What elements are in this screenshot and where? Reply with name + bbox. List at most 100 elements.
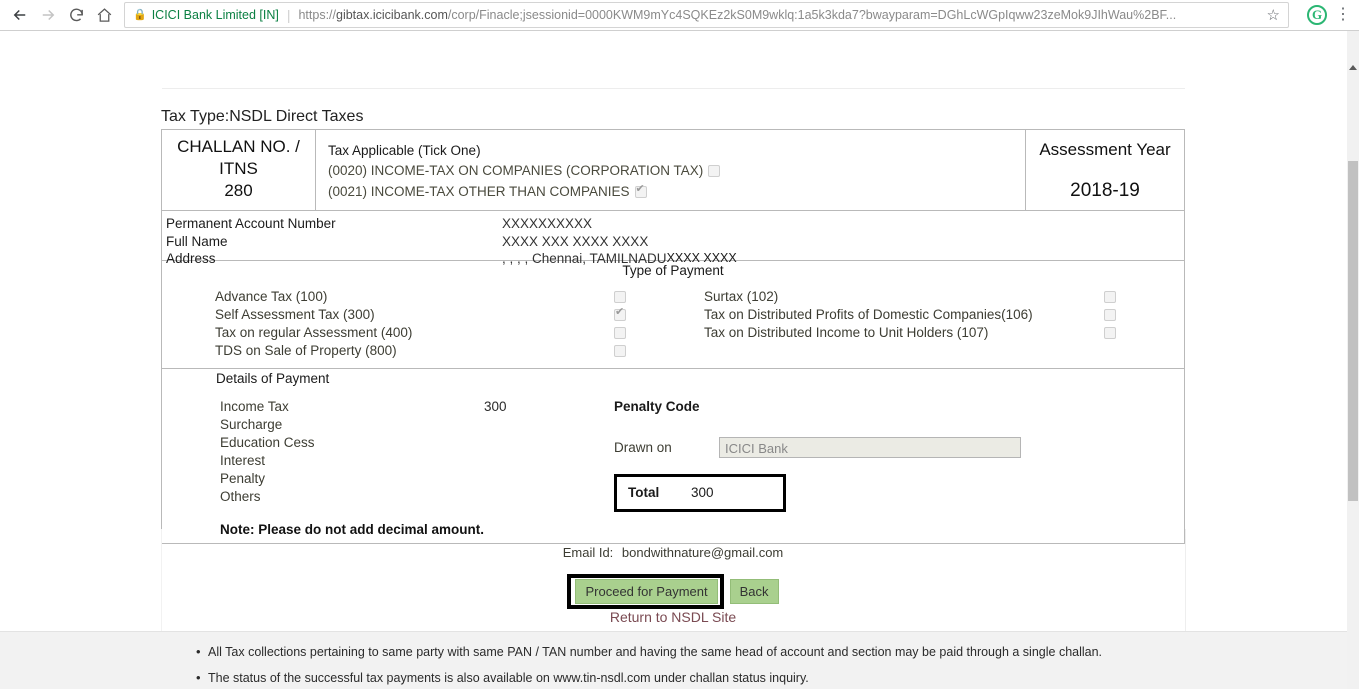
checkbox-self-assessment-tax-300[interactable] [614, 309, 626, 321]
type-of-payment-left-checkboxes [614, 288, 674, 360]
pan-value: XXXXXXXXXX [502, 215, 592, 233]
tax-applicable-option-0021[interactable]: (0021) INCOME-TAX OTHER THAN COMPANIES [328, 182, 1015, 202]
tax-applicable-cell: Tax Applicable (Tick One) (0020) INCOME-… [316, 130, 1026, 210]
address-value: , , , , Chennai, TAMILNADU [502, 250, 667, 268]
checkbox-surtax-102[interactable] [1104, 291, 1116, 303]
url-host: gibtax.icicibank.com [336, 8, 448, 22]
page-scrollbar[interactable] [1347, 31, 1359, 689]
tax-applicable-heading: Tax Applicable (Tick One) [328, 141, 1015, 161]
details-amount-education-cess [484, 434, 604, 452]
return-to-nsdl-link[interactable]: Return to NSDL Site [161, 609, 1185, 625]
top-right-label-0: Surtax (102) [704, 288, 1104, 306]
details-right-column: Penalty Code Drawn on ICICI Bank Total 3… [604, 398, 1184, 512]
type-of-payment-left-labels: Advance Tax (100) Self Assessment Tax (3… [162, 288, 614, 360]
top-right-label-2: Tax on Distributed Income to Unit Holder… [704, 324, 1104, 342]
footer-notes-panel: All Tax collections pertaining to same p… [0, 631, 1347, 689]
taxpayer-row-pan: Permanent Account Number XXXXXXXXXX [166, 215, 1184, 233]
footer-note-0: All Tax collections pertaining to same p… [196, 646, 1347, 659]
top-right-label-1: Tax on Distributed Profits of Domestic C… [704, 306, 1104, 324]
details-amount-interest [484, 452, 604, 470]
email-value: bondwithnature@gmail.com [622, 545, 783, 560]
top-rule [162, 88, 1185, 89]
tax-applicable-label-0020: (0020) INCOME-TAX ON COMPANIES (CORPORAT… [328, 161, 703, 181]
email-row: Email Id: bondwithnature@gmail.com [161, 545, 1185, 560]
type-of-payment-grid: Advance Tax (100) Self Assessment Tax (3… [162, 280, 1184, 368]
details-label-others: Others [220, 488, 484, 506]
challan-header-row: CHALLAN NO. / ITNS 280 Tax Applicable (T… [162, 130, 1184, 210]
top-left-checkbox-row-2 [614, 324, 674, 342]
tax-applicable-option-0020[interactable]: (0020) INCOME-TAX ON COMPANIES (CORPORAT… [328, 161, 1015, 181]
assessment-year-label: Assessment Year [1030, 140, 1180, 160]
omnibox-divider: | [287, 7, 291, 23]
details-label-penalty: Penalty [220, 470, 484, 488]
checkbox-distributed-income-107[interactable] [1104, 327, 1116, 339]
scrollbar-thumb[interactable] [1348, 161, 1358, 501]
tax-applicable-checkbox-0020[interactable] [708, 165, 720, 177]
back-button[interactable]: Back [730, 579, 779, 604]
browser-toolbar: 🔒 ICICI Bank Limited [IN] | https://gibt… [0, 0, 1359, 30]
checkbox-distributed-profits-106[interactable] [1104, 309, 1116, 321]
taxpayer-row-name: Full Name XXXX XXX XXXX XXXX [166, 233, 1184, 251]
tax-applicable-checkbox-0021[interactable] [635, 186, 647, 198]
details-amount-others [484, 488, 604, 506]
full-name-label: Full Name [166, 233, 502, 251]
footer-note-1: The status of the successful tax payment… [196, 672, 1347, 685]
details-amount-surcharge [484, 416, 604, 434]
home-icon[interactable] [90, 1, 118, 29]
taxpayer-row-address: Address , , , , Chennai, TAMILNADUXXXX X… [166, 250, 1184, 268]
drawn-on-row: Drawn on ICICI Bank [614, 437, 1184, 458]
star-icon[interactable]: ☆ [1267, 6, 1280, 24]
assessment-year-value: 2018-19 [1030, 180, 1180, 202]
back-icon[interactable] [6, 1, 34, 29]
checkbox-regular-assessment-400[interactable] [614, 327, 626, 339]
drawn-on-label: Drawn on [614, 440, 719, 455]
tax-type-label: Tax Type:NSDL Direct Taxes [161, 108, 363, 126]
top-left-checkbox-row-1 [614, 306, 674, 324]
type-of-payment-right-checkboxes [1104, 288, 1184, 360]
challan-number: 280 [166, 180, 311, 202]
address-bar[interactable]: 🔒 ICICI Bank Limited [IN] | https://gibt… [124, 2, 1289, 28]
total-box: Total 300 [614, 474, 786, 512]
proceed-for-payment-button[interactable]: Proceed for Payment [575, 579, 717, 604]
details-label-surcharge: Surcharge [220, 416, 484, 434]
kebab-menu-icon[interactable]: ⋮ [1333, 7, 1353, 23]
penalty-code-label: Penalty Code [614, 398, 1184, 416]
page-viewport: Tax Type:NSDL Direct Taxes CHALLAN NO. /… [0, 31, 1347, 689]
top-left-label-0: Advance Tax (100) [215, 288, 614, 306]
top-left-label-3: TDS on Sale of Property (800) [215, 342, 614, 360]
details-amounts-column: 300 [484, 398, 604, 512]
drawn-on-input[interactable]: ICICI Bank [719, 437, 1021, 458]
assessment-year-cell: Assessment Year 2018-19 [1026, 130, 1184, 210]
forward-icon[interactable] [34, 1, 62, 29]
top-right-checkbox-row-1 [1104, 306, 1184, 324]
address-label: Address [166, 250, 502, 268]
reload-icon[interactable] [62, 1, 90, 29]
full-name-value: XXXX XXX XXXX XXXX [502, 233, 648, 251]
top-left-label-1: Self Assessment Tax (300) [215, 306, 614, 324]
total-value: 300 [691, 485, 714, 500]
url-text: https://gibtax.icicibank.com/corp/Finacl… [298, 8, 1260, 22]
url-path: /corp/Finacle;jsessionid=0000KWM9mYc4SQK… [448, 8, 1176, 22]
challan-title-line2: ITNS [166, 158, 311, 180]
lock-icon: 🔒 [133, 10, 147, 21]
details-label-education-cess: Education Cess [220, 434, 484, 452]
checkbox-advance-tax-100[interactable] [614, 291, 626, 303]
site-identity-label: ICICI Bank Limited [IN] [152, 8, 279, 22]
challan-form-table: CHALLAN NO. / ITNS 280 Tax Applicable (T… [161, 129, 1185, 544]
content-right-border [1185, 529, 1186, 631]
details-amount-income-tax: 300 [484, 398, 604, 416]
checkbox-tds-sale-property-800[interactable] [614, 345, 626, 357]
pan-label: Permanent Account Number [166, 215, 502, 233]
tax-applicable-label-0021: (0021) INCOME-TAX OTHER THAN COMPANIES [328, 182, 630, 202]
details-amount-penalty [484, 470, 604, 488]
proceed-highlight-box: Proceed for Payment [567, 574, 723, 609]
grammarly-icon[interactable]: G [1307, 5, 1327, 25]
type-of-payment-right-labels: Surtax (102) Tax on Distributed Profits … [674, 288, 1104, 360]
top-right-checkbox-row-2 [1104, 324, 1184, 342]
details-label-income-tax: Income Tax [220, 398, 484, 416]
top-right-checkbox-row-0 [1104, 288, 1184, 306]
scroll-up-arrow-icon[interactable] [1349, 65, 1357, 70]
details-of-payment-title: Details of Payment [162, 369, 1184, 388]
taxpayer-details-block: Permanent Account Number XXXXXXXXXX Full… [162, 211, 1184, 260]
details-labels-column: Income Tax Surcharge Education Cess Inte… [162, 398, 484, 512]
